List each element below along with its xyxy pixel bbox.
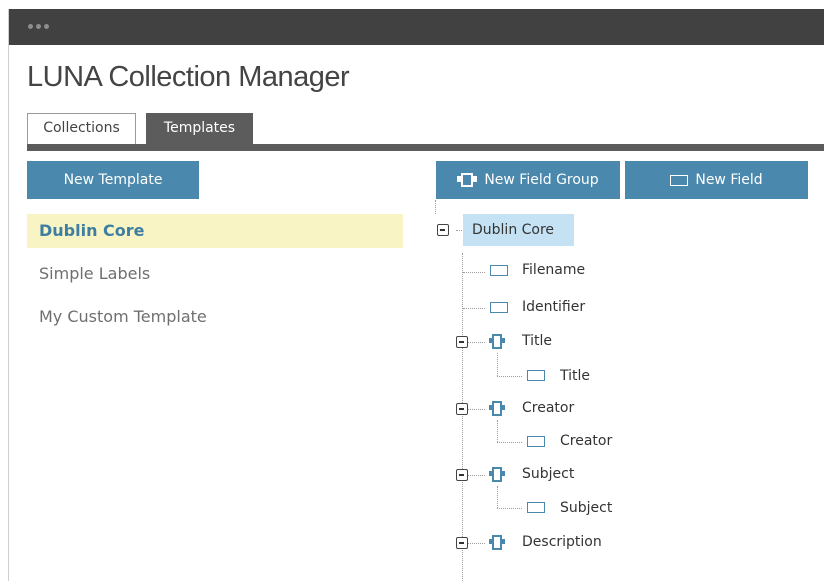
tree-connector <box>463 308 485 309</box>
collapse-toggle-icon[interactable] <box>456 403 468 415</box>
collapse-toggle-icon[interactable] <box>437 224 449 236</box>
tree-node-title-group[interactable]: Title <box>522 332 552 350</box>
collapse-toggle-icon[interactable] <box>456 537 468 549</box>
field-group-icon <box>489 467 505 482</box>
tree-node-subject-field[interactable]: Subject <box>560 499 612 517</box>
tree-connector <box>462 253 463 581</box>
field-icon <box>527 370 545 381</box>
tree-node-description-group[interactable]: Description <box>522 533 602 551</box>
tree-node-creator-field[interactable]: Creator <box>560 432 612 450</box>
field-icon <box>490 265 508 276</box>
tree-connector <box>497 442 522 443</box>
field-icon <box>490 302 508 313</box>
tree-connector <box>497 508 522 509</box>
tree-node-identifier[interactable]: Identifier <box>522 298 585 316</box>
field-group-icon <box>489 334 505 349</box>
tree-connector <box>497 353 498 376</box>
tree-connector <box>497 420 498 442</box>
tree-connector <box>497 376 522 377</box>
tree-root-node[interactable]: Dublin Core <box>463 214 574 246</box>
field-icon <box>527 436 545 447</box>
tree-connector <box>435 200 436 214</box>
tree-node-creator-group[interactable]: Creator <box>522 399 574 417</box>
field-group-icon <box>489 401 505 416</box>
tree-root-label: Dublin Core <box>472 222 555 238</box>
tree-node-filename[interactable]: Filename <box>522 261 585 279</box>
tree-connector <box>497 486 498 508</box>
tree-connector <box>468 475 485 476</box>
tree-node-subject-group[interactable]: Subject <box>522 465 574 483</box>
field-tree: Dublin Core Filename Identifier Title Ti… <box>9 9 824 581</box>
app-window: LUNA Collection Manager Collections Temp… <box>8 9 824 581</box>
collapse-toggle-icon[interactable] <box>456 336 468 348</box>
field-icon <box>527 502 545 513</box>
tree-connector <box>463 272 485 273</box>
field-group-icon <box>489 535 505 550</box>
tree-connector <box>468 543 485 544</box>
tree-connector <box>468 342 485 343</box>
collapse-toggle-icon[interactable] <box>456 469 468 481</box>
tree-connector <box>468 409 485 410</box>
tree-node-title-field[interactable]: Title <box>560 367 590 385</box>
